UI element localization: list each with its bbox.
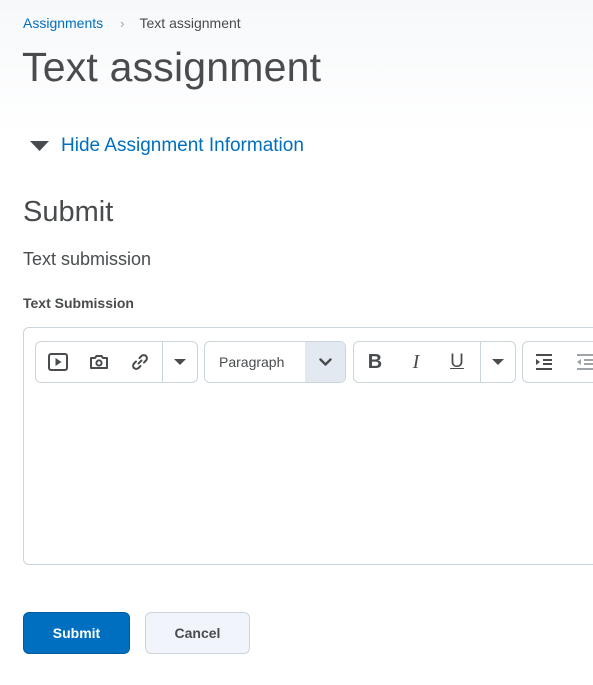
insert-link-button[interactable] <box>120 342 160 382</box>
link-icon <box>132 354 148 370</box>
caret-down-icon <box>30 141 49 151</box>
chevron-down-icon <box>318 357 332 366</box>
submission-type-text: Text submission <box>23 249 152 269</box>
breadcrumb-separator-icon: › <box>120 15 125 31</box>
hide-assignment-info-label: Hide Assignment Information <box>61 135 304 156</box>
breadcrumb: Assignments › Text assignment <box>23 15 241 31</box>
text-submission-editor-area[interactable] <box>25 394 593 562</box>
text-submission-label: Text Submission <box>23 295 134 311</box>
text-style-more-dropdown-button[interactable] <box>481 342 515 382</box>
format-select[interactable]: Paragraph <box>204 341 346 383</box>
video-icon <box>48 353 68 371</box>
submit-button[interactable]: Submit <box>23 612 130 654</box>
indent-icon <box>536 354 552 370</box>
dropdown-caret-icon <box>492 359 504 365</box>
dropdown-caret-icon <box>174 359 186 365</box>
breadcrumb-assignments-link[interactable]: Assignments <box>23 15 103 31</box>
format-select-value: Paragraph <box>219 354 285 370</box>
italic-button[interactable]: I <box>396 342 436 382</box>
format-select-toggle[interactable] <box>305 342 345 382</box>
outdent-button[interactable] <box>565 342 593 382</box>
indent-button[interactable] <box>524 342 564 382</box>
indent-toolbar-group <box>522 341 593 383</box>
insert-more-dropdown-button[interactable] <box>163 342 197 382</box>
insert-toolbar-group <box>35 341 198 383</box>
insert-quicklink-button[interactable] <box>79 342 119 382</box>
html-editor: Paragraph B I U <box>23 327 593 565</box>
page-title: Text assignment <box>22 44 322 90</box>
insert-video-button[interactable] <box>38 342 78 382</box>
bold-button[interactable]: B <box>355 342 395 382</box>
breadcrumb-current: Text assignment <box>139 15 241 31</box>
cancel-button[interactable]: Cancel <box>145 612 250 654</box>
underline-button[interactable]: U <box>437 342 477 382</box>
submit-heading: Submit <box>23 196 114 228</box>
outdent-icon <box>577 354 593 370</box>
camera-icon <box>90 355 108 369</box>
hide-assignment-info-toggle[interactable]: Hide Assignment Information <box>30 135 304 157</box>
text-style-toolbar-group: B I U <box>353 341 516 383</box>
